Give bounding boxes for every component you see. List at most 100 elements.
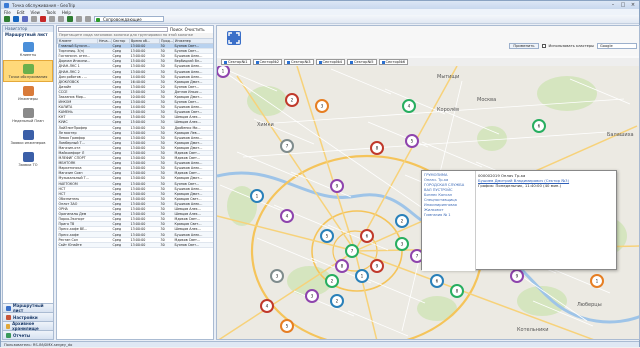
sector-chip-1[interactable]: Сектор№1 [221, 59, 251, 65]
menu-tools[interactable]: Tools [46, 10, 56, 15]
menu-file[interactable]: File [4, 10, 11, 15]
table-row[interactable]: Сайт Юнайте Сред 13:00:00 30 Буянов Свет... [57, 242, 213, 248]
map-marker-label: 5 [326, 234, 329, 239]
sector-chip-4[interactable]: Сектор№4 [315, 59, 345, 65]
nav-item-5[interactable]: Заявки ТО [3, 148, 53, 170]
table-row[interactable]: Главный Булочн... Сред 13:00:00 30 Буянов Св… [57, 43, 213, 50]
table-row[interactable]: Майкомфорт Л Сред 13:00:00 30 Мдиков Свет... [57, 150, 213, 157]
sector-chip-2[interactable]: Сектор№2 [252, 59, 282, 65]
map-marker-label: 1 [256, 194, 259, 199]
column-header[interactable]: Неча... [97, 38, 112, 44]
check-icon [96, 18, 100, 22]
refresh-icon[interactable] [67, 16, 73, 22]
apply-button[interactable]: Применить [509, 43, 539, 49]
sector-icon [224, 60, 227, 64]
table-row[interactable]: Дорман Инжини... Сред 15:00:00 30 Вербицкий … [57, 58, 213, 65]
clients-table: Клиент Неча... Сектор Время об... Прод... Инж… [57, 38, 213, 248]
grid-search-button[interactable]: Поиск [170, 27, 183, 32]
companion-dropdown[interactable]: Сопровождающие [94, 16, 164, 22]
map-toolbar: Применить Использовать кластеры Google [217, 26, 639, 56]
table-cell: 13:00:00 [129, 242, 160, 248]
table-row[interactable]: Дом роботов - ... Сред 14:00:00 30 Бушиков А… [57, 74, 213, 80]
nav-item-3[interactable]: Недельный План [3, 104, 53, 126]
table-row[interactable]: Заказник Мир... Сред 10:00:00 30 Кравцов Дми… [57, 94, 213, 101]
table-row[interactable]: Левая Гравфор Сред 13:00:00 30 Бушиков Алек.… [57, 135, 213, 141]
nav-item-0[interactable]: Клиенты [3, 38, 53, 60]
nav-section-3[interactable]: Отчеты [3, 330, 53, 339]
nav-section-0[interactable]: Маршрутный лист [3, 303, 53, 313]
map-marker-label: 9 [336, 184, 339, 189]
map-marker-label: 8 [456, 289, 459, 294]
popup-schedule: График: Понедельник, 11:40:00 (40 мин.) [478, 183, 562, 188]
map-panel: Применить Использовать кластеры Google С… [216, 25, 640, 340]
table-row[interactable]: Магазин Соэн Сред 13:00:00 30 Мдиков Свет... [57, 170, 213, 177]
table-row[interactable]: Маркетинска Сред 13:00:00 30 Бушиков Алек... [57, 165, 213, 172]
popup-list-item[interactable]: Гимназия № 1 [424, 213, 473, 218]
city-label: Люберцы [577, 302, 602, 308]
nav-item-icon [22, 85, 34, 96]
table-row[interactable]: Гостиничн. отел... Сред 13:00:00 30 Бушиков … [57, 53, 213, 60]
table-cell: Сред [111, 242, 130, 248]
park-area [477, 126, 507, 151]
map-marker-label: 1 [222, 69, 225, 74]
save-icon[interactable] [22, 16, 28, 22]
sector-label: Сектор№1 [228, 59, 248, 64]
map-marker-label: 1 [361, 274, 364, 279]
close-button[interactable]: × [629, 2, 637, 8]
table-row[interactable]: Тиргиниц. 3(п) Сред 13:00:00 30 Буянов Свет.… [57, 48, 213, 55]
minimize-button[interactable]: – [609, 2, 617, 8]
stop-icon[interactable] [76, 16, 82, 22]
table-row[interactable]: ЛайЭлитПрофер Сред 13:00:00 30 Дробенко Ми..… [57, 125, 213, 131]
city-label: Королёв [437, 107, 459, 113]
filter-icon[interactable] [85, 16, 91, 22]
nav-item-2[interactable]: Инженеры [3, 82, 53, 104]
new-icon[interactable] [4, 16, 10, 22]
map-provider-select[interactable]: Google [597, 43, 637, 49]
nav-item-4[interactable]: Заявки инженеров [3, 126, 53, 148]
maximize-button[interactable]: □ [619, 2, 627, 8]
grid-search-input[interactable] [58, 27, 168, 32]
nav-section-2[interactable]: Архивное хранилище [3, 321, 53, 331]
client-popup: ГРУМОПИМА Оплач. Тр-ка ГОРОДСКАЯ СЛУЖБА ВАЛ… [421, 170, 617, 271]
table-row[interactable]: Парко-Экспорт Сред 13:00:00 30 Мдиков Свет..… [57, 216, 213, 223]
nav-item-1[interactable]: Точки обслуживания [3, 60, 53, 82]
fullscreen-icon[interactable] [227, 31, 241, 45]
menu-edit[interactable]: Edit [17, 10, 25, 15]
undo-icon[interactable] [49, 16, 55, 22]
map-marker-label: 3 [401, 242, 404, 247]
grid-search-bar: Поиск Очистить [57, 26, 213, 33]
sector-chip-5[interactable]: Сектор№5 [347, 59, 377, 65]
menu-help[interactable]: Help [62, 10, 71, 15]
sector-label: Сектор№5 [354, 59, 374, 64]
nav-section-1[interactable]: Настройки [3, 312, 53, 321]
map-marker-label: 2 [291, 98, 294, 103]
table-row[interactable]: Пресс-кафе ВЕ... Сред 13:00:00 30 Шевцов Але… [57, 226, 213, 233]
toolbar: Сопровождающие [1, 15, 639, 24]
sector-chip-3[interactable]: Сектор№3 [284, 59, 314, 65]
sector-chip-6[interactable]: Сектор№6 [378, 59, 408, 65]
sector-legend: Сектор№1 Сектор№2 Сектор№3 Сектор№4 Сектор№5… [217, 58, 639, 66]
map-marker-label: 9 [516, 274, 519, 279]
clusters-checkbox[interactable] [541, 44, 546, 48]
nav-section-label: Настройки [13, 314, 38, 320]
map-marker-label: 2 [336, 299, 339, 304]
delete-icon[interactable] [40, 16, 46, 22]
map-marker-label: 3 [276, 274, 279, 279]
menu-view[interactable]: View [30, 10, 40, 15]
open-icon[interactable] [13, 16, 19, 22]
clients-grid-panel: Поиск Очистить Перетащите сюда заголовок… [56, 25, 214, 340]
popup-client-list: ГРУМОПИМА Оплач. Тр-ка ГОРОДСКАЯ СЛУЖБА ВАЛ… [422, 171, 476, 271]
table-row[interactable]: Ломберный Т... Сред 13:00:00 30 Кравцов Дмит… [57, 140, 213, 146]
table-row[interactable]: Оригиналы Дем Сред 13:00:00 30 Шевцов Алек..… [57, 211, 213, 218]
map-marker-label: 2 [331, 279, 334, 284]
table-row[interactable]: МЛЕФИГ СПОРТ Сред 13:00:00 30 Мдиков Свет... [57, 155, 213, 162]
print-icon[interactable] [31, 16, 37, 22]
grid-clear-button[interactable]: Очистить [185, 27, 205, 32]
table-row[interactable]: Музыкальный Т... Сред 13:00:00 30 Кравцов Дм… [57, 175, 213, 182]
map-marker-label: 7 [351, 249, 354, 254]
sector-icon [318, 60, 322, 64]
column-header[interactable]: Прод... [159, 38, 174, 44]
app-icon [4, 2, 9, 8]
redo-icon[interactable] [58, 16, 64, 22]
city-label: Мытищи [437, 74, 459, 80]
